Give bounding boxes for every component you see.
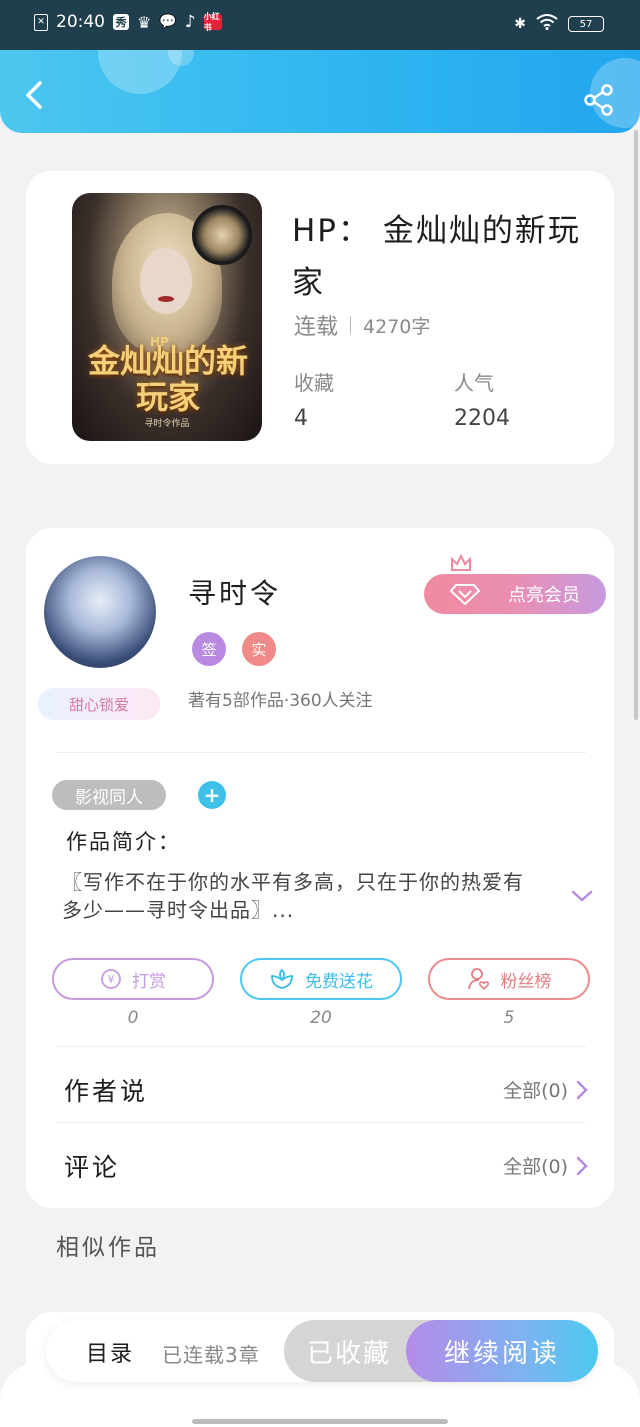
back-button[interactable]	[22, 80, 46, 110]
yuan-coin-icon: ¥	[101, 969, 121, 989]
expand-button[interactable]	[570, 888, 594, 908]
stat-value: 2204	[454, 406, 510, 431]
share-icon	[584, 84, 613, 116]
wechat-icon: 💬	[159, 14, 177, 30]
avatar[interactable]	[44, 556, 156, 668]
bottom-action-bar: 目录 已连载3章 已收藏 继续阅读	[46, 1320, 598, 1382]
comments-row[interactable]: 评论 全部(0)	[26, 1134, 614, 1194]
book-cover[interactable]: HP 金灿灿的新玩家 寻时令作品	[72, 193, 262, 441]
diamond-icon	[450, 584, 480, 605]
avatar-tag: 甜心锁爱	[38, 688, 160, 720]
collected-label: 已收藏	[306, 1338, 391, 1369]
tip-label: 打赏	[132, 971, 166, 992]
continue-reading-button[interactable]: 继续阅读	[406, 1320, 598, 1382]
similar-works-heading: 相似作品	[56, 1235, 160, 1261]
verified-badge: 实	[242, 632, 276, 666]
notification-icon: ✕	[34, 13, 48, 31]
tiktok-icon: ♪	[184, 12, 196, 32]
app-badge-icon: 秀	[113, 14, 129, 30]
book-status: 连载 4270字	[294, 309, 430, 341]
stat-popularity: 人气 2204	[454, 367, 510, 431]
word-count: 4270字	[363, 315, 431, 338]
chevron-left-icon	[26, 81, 42, 109]
book-info-card: HP 金灿灿的新玩家 寻时令作品 HP： 金灿灿的新玩家 连载 4270字 收藏…	[26, 171, 614, 464]
cover-author: 寻时令作品	[144, 419, 190, 429]
bluetooth-icon: ✱	[514, 16, 526, 32]
fan-count: 5	[503, 1008, 515, 1028]
send-flower-label: 免费送花	[305, 971, 373, 992]
row-label: 评论	[64, 1153, 121, 1182]
chevron-right-icon	[576, 1080, 588, 1099]
chevron-down-icon	[571, 890, 593, 902]
battery-icon: 57	[568, 16, 604, 32]
intro-text[interactable]: 〖写作不在于你的水平有多高，只在于你的热爱有多少——寻时令出品〗...	[62, 868, 542, 924]
chevron-right-icon	[576, 1156, 588, 1175]
author-notes-row[interactable]: 作者说 全部(0)	[26, 1058, 614, 1118]
divider	[350, 316, 352, 334]
vip-button-label: 点亮会员	[508, 585, 580, 606]
divider	[56, 1046, 586, 1047]
catalog-button[interactable]: 目录	[86, 1336, 134, 1368]
scrollbar[interactable]	[634, 130, 638, 720]
flower-count: 20	[310, 1008, 332, 1028]
genre-tag[interactable]: 影视同人	[52, 780, 166, 810]
author-meta: 著有5部作品·360人关注	[188, 691, 373, 711]
signed-badge: 签	[192, 632, 226, 666]
author-name[interactable]: 寻时令	[188, 572, 281, 612]
crown-app-icon: ♛	[137, 12, 152, 32]
serial-status: 连载	[294, 315, 339, 340]
stat-favorites: 收藏 4	[294, 367, 334, 431]
row-more-label: 全部(0)	[503, 1080, 568, 1102]
stat-label: 人气	[454, 371, 494, 395]
user-heart-icon	[467, 968, 489, 991]
flower-icon	[271, 968, 293, 989]
divider	[56, 752, 586, 753]
send-flower-button[interactable]: 免费送花	[240, 958, 402, 1000]
chapter-count: 已连载3章	[162, 1343, 260, 1367]
add-tag-button[interactable]: +	[198, 781, 226, 809]
fan-ranking-label: 粉丝榜	[500, 971, 552, 992]
stat-label: 收藏	[294, 371, 334, 395]
cover-art	[158, 296, 174, 302]
tip-button[interactable]: ¥ 打赏	[52, 958, 214, 1000]
author-card: 甜心锁爱 寻时令 签 实 著有5部作品·360人关注 点亮会员 影视同人 + 作…	[26, 528, 614, 1208]
vip-button[interactable]: 点亮会员	[424, 574, 606, 614]
cover-art	[140, 248, 192, 314]
view-all-link[interactable]: 全部(0)	[503, 1076, 588, 1103]
wifi-icon	[536, 14, 558, 34]
view-all-link[interactable]: 全部(0)	[503, 1152, 588, 1179]
status-bar: ✕ 20:40 秀 ♛ 💬 ♪ 小红书 ✱ 57	[0, 0, 640, 50]
svg-text:¥: ¥	[108, 973, 115, 986]
book-title: HP： 金灿灿的新玩家	[292, 213, 581, 301]
cover-medallion	[192, 205, 252, 265]
share-button[interactable]	[584, 84, 614, 116]
header-bar	[0, 50, 640, 133]
continue-reading-label: 继续阅读	[443, 1338, 560, 1369]
xiaohongshu-icon: 小红书	[203, 12, 222, 32]
divider	[56, 1122, 586, 1123]
stat-value: 4	[294, 406, 308, 431]
row-more-label: 全部(0)	[503, 1156, 568, 1178]
home-indicator[interactable]	[192, 1419, 448, 1424]
intro-label: 作品简介：	[66, 830, 181, 854]
row-label: 作者说	[64, 1077, 149, 1106]
status-time: 20:40	[56, 12, 105, 32]
fan-ranking-button[interactable]: 粉丝榜	[428, 958, 590, 1000]
crown-icon	[451, 554, 471, 571]
tip-count: 0	[127, 1008, 139, 1028]
cover-title: 金灿灿的新玩家	[87, 342, 248, 416]
